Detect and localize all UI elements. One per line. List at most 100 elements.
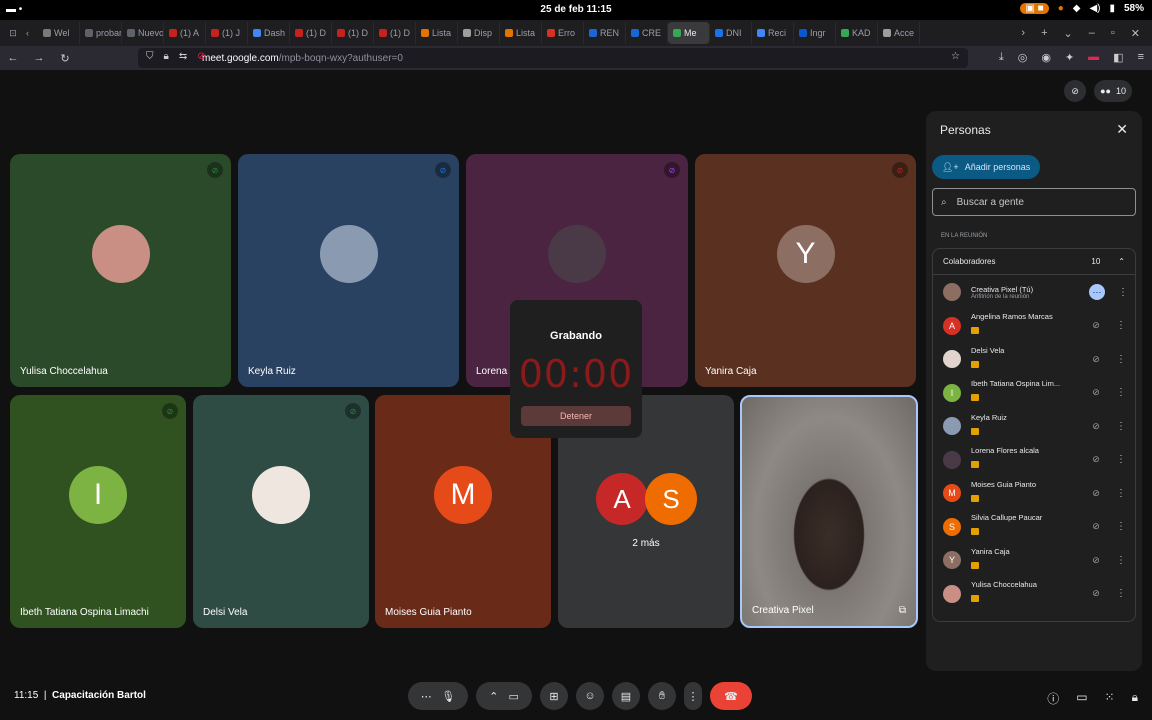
permissions-icon[interactable]: ⇆ [179, 51, 187, 62]
participants-button[interactable]: ●● 10 [1094, 80, 1132, 102]
more-vert-icon[interactable]: ⋮ [1115, 588, 1127, 599]
browser-tab[interactable]: Me [668, 22, 710, 44]
tab-list-icon[interactable]: ⌄ [1064, 27, 1073, 40]
people-search-input[interactable]: ⌕ Buscar a gente [932, 188, 1136, 216]
menu-icon[interactable]: ≡ [1138, 51, 1144, 64]
browser-tab[interactable]: Ingr [794, 22, 836, 44]
more-vert-icon[interactable]: ⋮ [1115, 320, 1127, 331]
red-extension-icon[interactable]: ▬ [1088, 51, 1099, 64]
close-window-icon[interactable]: ✕ [1131, 27, 1140, 40]
meeting-details-icon[interactable]: ⓘ [1047, 690, 1059, 707]
muted-mic-icon[interactable]: ⊘ [1089, 387, 1103, 398]
browser-tab[interactable]: (1) A [164, 22, 206, 44]
browser-tab[interactable]: (1) D [374, 22, 416, 44]
shield-icon[interactable]: ⛉ [146, 51, 154, 62]
browser-tab[interactable]: DNI [710, 22, 752, 44]
pip-icon[interactable]: ⧉ [899, 605, 906, 616]
more-vert-icon[interactable]: ⋮ [1115, 387, 1127, 398]
extensions-icon[interactable]: ✦ [1065, 51, 1074, 64]
tab-overview-icon[interactable]: ⊡ [0, 28, 26, 39]
forward-icon[interactable]: → [28, 52, 50, 64]
camera-blocked-icon[interactable]: ⊘ [197, 51, 205, 62]
tab-scroll-left-icon[interactable]: ‹ [26, 28, 38, 38]
muted-mic-icon[interactable]: ⊘ [1089, 521, 1103, 532]
participant-tile[interactable]: ⊘ Delsi Vela [193, 395, 369, 628]
media-blocked-button[interactable]: ⊘ [1064, 80, 1087, 102]
mic-options-icon[interactable]: ⋯ [421, 690, 432, 703]
muted-mic-icon[interactable]: ⊘ [1089, 555, 1103, 566]
screen-share-indicator-icon[interactable]: ▣ ■ [1020, 3, 1049, 14]
tab-scroll-right-icon[interactable]: › [1021, 27, 1025, 40]
participant-tile[interactable]: Y ⊘ Yanira Caja [695, 154, 916, 387]
browser-tab[interactable]: (1) D [290, 22, 332, 44]
browser-tab[interactable]: Disp [458, 22, 500, 44]
camera-options-icon[interactable]: ⌃ [489, 690, 498, 703]
browser-tab[interactable]: Reci [752, 22, 794, 44]
browser-tab[interactable]: CRE [626, 22, 668, 44]
muted-mic-icon[interactable]: ⊘ [1089, 421, 1103, 432]
muted-mic-icon[interactable]: ⊘ [1089, 588, 1103, 599]
more-vert-icon[interactable]: ⋮ [1115, 454, 1127, 465]
minimize-icon[interactable]: – [1089, 27, 1095, 40]
host-controls-icon[interactable]: 🔒︎ [1132, 690, 1138, 707]
leave-call-button[interactable]: ☎︎ [710, 682, 752, 710]
muted-mic-icon[interactable]: ⊘ [1089, 488, 1103, 499]
browser-tab[interactable]: (1) J [206, 22, 248, 44]
more-vert-icon[interactable]: ⋮ [1117, 287, 1129, 298]
muted-mic-icon[interactable]: ⊘ [1089, 320, 1103, 331]
participant-row[interactable]: Creativa Pixel (Tú) Anfitrión de la reuni… [943, 277, 1131, 307]
more-options-button[interactable]: ⋮ [684, 682, 702, 710]
participant-row[interactable]: A Angelina Ramos Marcas ⊘ ⋮ [943, 311, 1131, 341]
chat-icon[interactable]: ▭ [1076, 690, 1087, 707]
muted-mic-icon[interactable]: ⊘ [1089, 354, 1103, 365]
browser-tab[interactable]: Lista [500, 22, 542, 44]
reload-icon[interactable]: ↻ [54, 52, 76, 65]
participant-tile[interactable]: ⊘ Keyla Ruiz [238, 154, 459, 387]
raise-hand-button[interactable]: ✋︎ [648, 682, 676, 710]
address-bar[interactable]: meet.google.com/mpb-boqn-wxy?authuser=0 … [138, 48, 968, 68]
captions-button[interactable]: ▤ [612, 682, 640, 710]
browser-tab[interactable]: Dash [248, 22, 290, 44]
participant-row[interactable]: Y Yanira Caja ⊘ ⋮ [943, 545, 1131, 575]
participant-tile[interactable]: ⊘ Yulisa Choccelahua [10, 154, 231, 387]
extension-puzzle-icon[interactable]: ◧ [1113, 51, 1123, 64]
browser-tab[interactable]: REN [584, 22, 626, 44]
browser-tab[interactable]: Acce [878, 22, 920, 44]
browser-tab[interactable]: Wel [38, 22, 80, 44]
participant-tile[interactable]: I ⊘ Ibeth Tatiana Ospina Limachi [10, 395, 186, 628]
participant-row[interactable]: Lorena Flores alcala ⊘ ⋮ [943, 445, 1131, 475]
participant-row[interactable]: S Silvia Callupe Paucar ⊘ ⋮ [943, 512, 1131, 542]
back-icon[interactable]: ← [2, 52, 24, 64]
participant-row[interactable]: Yulisa Choccelahua ⊘ ⋮ [943, 579, 1131, 609]
vpn-icon[interactable]: ◉ [1041, 51, 1051, 64]
download-icon[interactable]: ⤓ [999, 51, 1004, 64]
present-button[interactable]: ⊞ [540, 682, 568, 710]
browser-tab[interactable]: Lista [416, 22, 458, 44]
collaborators-header[interactable]: Colaboradores 10 ⌃ [933, 249, 1135, 275]
browser-tab[interactable]: Nuevo [122, 22, 164, 44]
host-options-icon[interactable]: ⋯ [1089, 284, 1105, 300]
close-panel-icon[interactable]: ✕ [1116, 121, 1128, 138]
mic-button[interactable]: ⋯ 🎙︎ [408, 682, 468, 710]
browser-tab[interactable]: (1) D [332, 22, 374, 44]
activities-icon[interactable]: ⁙ [1105, 690, 1115, 707]
maximize-icon[interactable]: ▫ [1111, 27, 1115, 40]
more-vert-icon[interactable]: ⋮ [1115, 421, 1127, 432]
participant-row[interactable]: M Moises Guia Pianto ⊘ ⋮ [943, 478, 1131, 508]
more-vert-icon[interactable]: ⋮ [1115, 354, 1127, 365]
browser-tab[interactable]: KAD [836, 22, 878, 44]
participant-row[interactable]: Keyla Ruiz ⊘ ⋮ [943, 411, 1131, 441]
browser-tab[interactable]: Erro [542, 22, 584, 44]
camera-button[interactable]: ⌃ ▭ [476, 682, 532, 710]
participant-row[interactable]: Delsi Vela ⊘ ⋮ [943, 344, 1131, 374]
more-vert-icon[interactable]: ⋮ [1115, 521, 1127, 532]
muted-mic-icon[interactable]: ⊘ [1089, 454, 1103, 465]
more-vert-icon[interactable]: ⋮ [1115, 488, 1127, 499]
stop-recording-button[interactable]: Detener [521, 406, 631, 426]
participant-row[interactable]: I Ibeth Tatiana Ospina Lim... ⊘ ⋮ [943, 378, 1131, 408]
bookmark-star-icon[interactable]: ☆ [951, 51, 960, 62]
more-vert-icon[interactable]: ⋮ [1115, 555, 1127, 566]
new-tab-icon[interactable]: + [1041, 27, 1047, 40]
reactions-button[interactable]: ☺ [576, 682, 604, 710]
collapse-chevron-icon[interactable]: ⌃ [1118, 257, 1125, 266]
